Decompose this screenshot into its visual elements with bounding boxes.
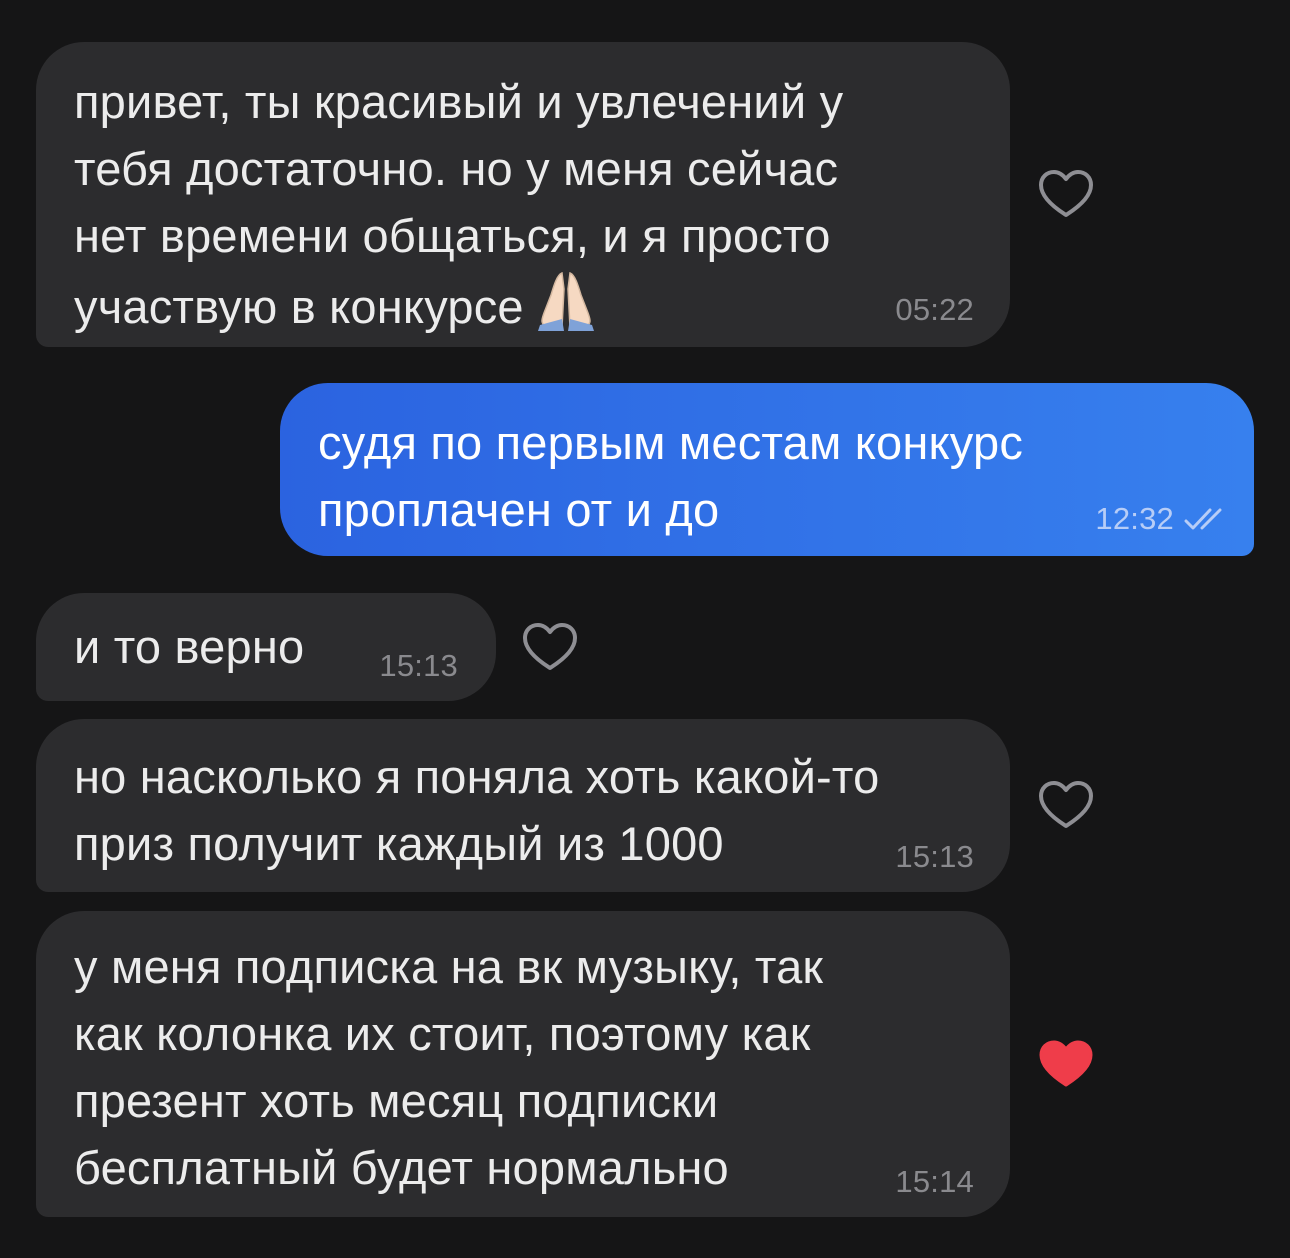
like-heart-icon[interactable] [1037,779,1095,831]
folded-hands-emoji [532,269,600,348]
message-time: 05:22 [895,292,974,327]
message-bubble-incoming[interactable]: и то верно 15:13 [36,593,496,701]
message-text: но насколько я поняла хоть какой-то приз… [74,750,880,870]
message-time: 15:14 [895,1164,974,1199]
message-bubble-incoming[interactable]: у меня подписка на вк музыку, так как ко… [36,911,1010,1217]
message-text: судя по первым местам конкурс проплачен … [318,416,1024,536]
message-time: 12:32 [1095,501,1174,536]
message-bubble-incoming[interactable]: но насколько я поняла хоть какой-то приз… [36,719,1010,892]
message-bubble-incoming[interactable]: привет, ты красивый и увлечений у тебя д… [36,42,1010,347]
message-bubble-outgoing[interactable]: судя по первым местам конкурс проплачен … [280,383,1254,556]
message-text: и то верно [74,620,305,673]
message-time: 15:13 [895,839,974,874]
message-time: 15:13 [379,648,458,683]
like-heart-icon[interactable] [521,621,579,673]
liked-heart-icon[interactable] [1037,1038,1095,1090]
message-text: привет, ты красивый и увлечений у тебя д… [74,68,843,348]
like-heart-icon[interactable] [1037,168,1095,220]
message-text: у меня подписка на вк музыку, так как ко… [74,940,824,1194]
read-checkmarks-icon [1184,508,1222,530]
